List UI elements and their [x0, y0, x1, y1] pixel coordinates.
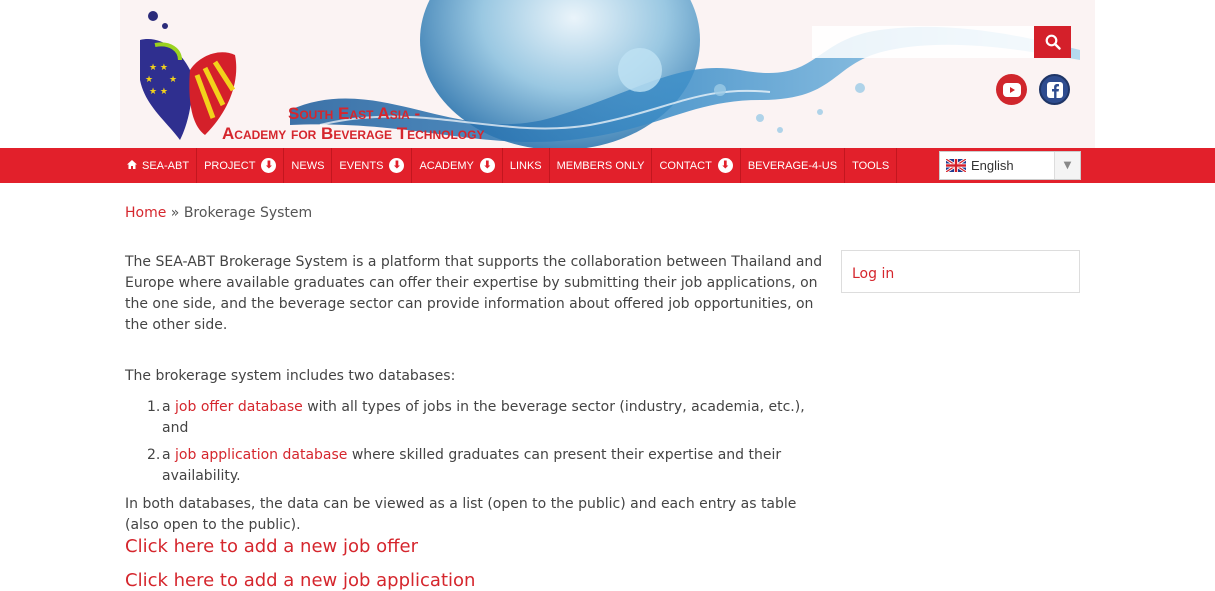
nav-item-label: MEMBERS ONLY — [556, 159, 645, 172]
list-item: 2. a job application database where skil… — [125, 445, 825, 487]
svg-text:★: ★ — [145, 75, 153, 85]
search-input[interactable] — [812, 26, 1034, 58]
svg-text:★ ★: ★ ★ — [149, 87, 168, 97]
list-number: 1. — [147, 399, 161, 415]
list-item: 1. a job offer database with all types o… — [125, 397, 825, 439]
uk-flag-icon — [946, 159, 966, 172]
nav-item-label: SEA-ABT — [142, 159, 190, 172]
facebook-icon — [1046, 81, 1063, 98]
list-prefix: a — [162, 399, 176, 415]
youtube-icon — [1002, 82, 1021, 97]
nav-item-contact[interactable]: CONTACT ⬇ — [652, 148, 741, 183]
breadcrumb-home-link[interactable]: Home — [125, 205, 166, 221]
add-job-offer-link[interactable]: Click here to add a new job offer — [125, 536, 418, 557]
breadcrumb-separator: » — [170, 205, 180, 221]
nav-item-label: CONTACT — [659, 159, 712, 172]
site-title[interactable]: South East Asia - Academy for Beverage T… — [222, 104, 484, 144]
nav-item-label: EVENTS — [339, 159, 384, 172]
nav-item-label: BEVERAGE-4-US — [747, 159, 838, 172]
nav-item-members-only[interactable]: MEMBERS ONLY — [550, 148, 653, 183]
nav-items: SEA-ABT PROJECT ⬇ NEWS EVENTS ⬇ ACADEMY … — [120, 148, 898, 183]
chevron-down-icon: ⬇ — [479, 158, 495, 173]
site-title-line2: Academy for Beverage Technology — [222, 124, 485, 143]
nav-item-news[interactable]: NEWS — [284, 148, 333, 183]
chevron-down-icon: ⬇ — [717, 158, 733, 173]
nav-item-label: NEWS — [291, 159, 325, 172]
nav-item-project[interactable]: PROJECT ⬇ — [197, 148, 285, 183]
site-header: ★ ★ ★ ★ ★ ★ South East Asia - Academy fo… — [0, 0, 1215, 148]
nav-item-events[interactable]: EVENTS ⬇ — [332, 148, 413, 183]
breadcrumb-current: Brokerage System — [183, 205, 313, 221]
chevron-down-icon: ⬇ — [389, 158, 405, 173]
nav-item-tools[interactable]: TOOLS — [845, 148, 898, 183]
home-icon — [127, 159, 137, 172]
nav-item-label: TOOLS — [852, 159, 890, 172]
databases-intro: The brokerage system includes two databa… — [125, 368, 456, 384]
nav-item-label: LINKS — [509, 159, 542, 172]
intro-paragraph: The SEA-ABT Brokerage System is a platfo… — [125, 254, 823, 333]
databases-list: 1. a job offer database with all types o… — [125, 397, 825, 487]
search-icon — [1045, 34, 1061, 50]
svg-text:★ ★: ★ ★ — [149, 63, 168, 73]
job-offer-database-link[interactable]: job offer database — [175, 399, 303, 415]
youtube-button[interactable] — [996, 74, 1027, 105]
sidebar-widget: Log in — [841, 250, 1080, 293]
chevron-down-icon: ▼ — [1054, 152, 1080, 179]
chevron-down-icon: ⬇ — [261, 158, 277, 173]
list-prefix: a — [162, 447, 176, 463]
list-number: 2. — [147, 447, 161, 463]
login-link[interactable]: Log in — [852, 266, 894, 282]
svg-text:★: ★ — [169, 75, 177, 85]
nav-item-beverage-4-us[interactable]: BEVERAGE-4-US — [741, 148, 846, 183]
language-select[interactable]: English ▼ — [939, 151, 1081, 180]
nav-item-label: PROJECT — [204, 159, 256, 172]
facebook-button[interactable] — [1039, 74, 1070, 105]
nav-item-sea-abt[interactable]: SEA-ABT — [120, 148, 198, 183]
job-application-database-link[interactable]: job application database — [175, 447, 347, 463]
add-job-application-link[interactable]: Click here to add a new job application — [125, 570, 475, 591]
site-title-line1: South East Asia - — [288, 104, 421, 123]
search-button[interactable] — [1034, 26, 1071, 58]
breadcrumb: Home » Brokerage System — [125, 205, 312, 221]
nav-item-links[interactable]: LINKS — [503, 148, 550, 183]
nav-item-label: ACADEMY — [419, 159, 474, 172]
both-databases-paragraph: In both databases, the data can be viewe… — [125, 496, 797, 533]
language-label: English — [971, 158, 1014, 173]
nav-item-academy[interactable]: ACADEMY ⬇ — [412, 148, 503, 183]
